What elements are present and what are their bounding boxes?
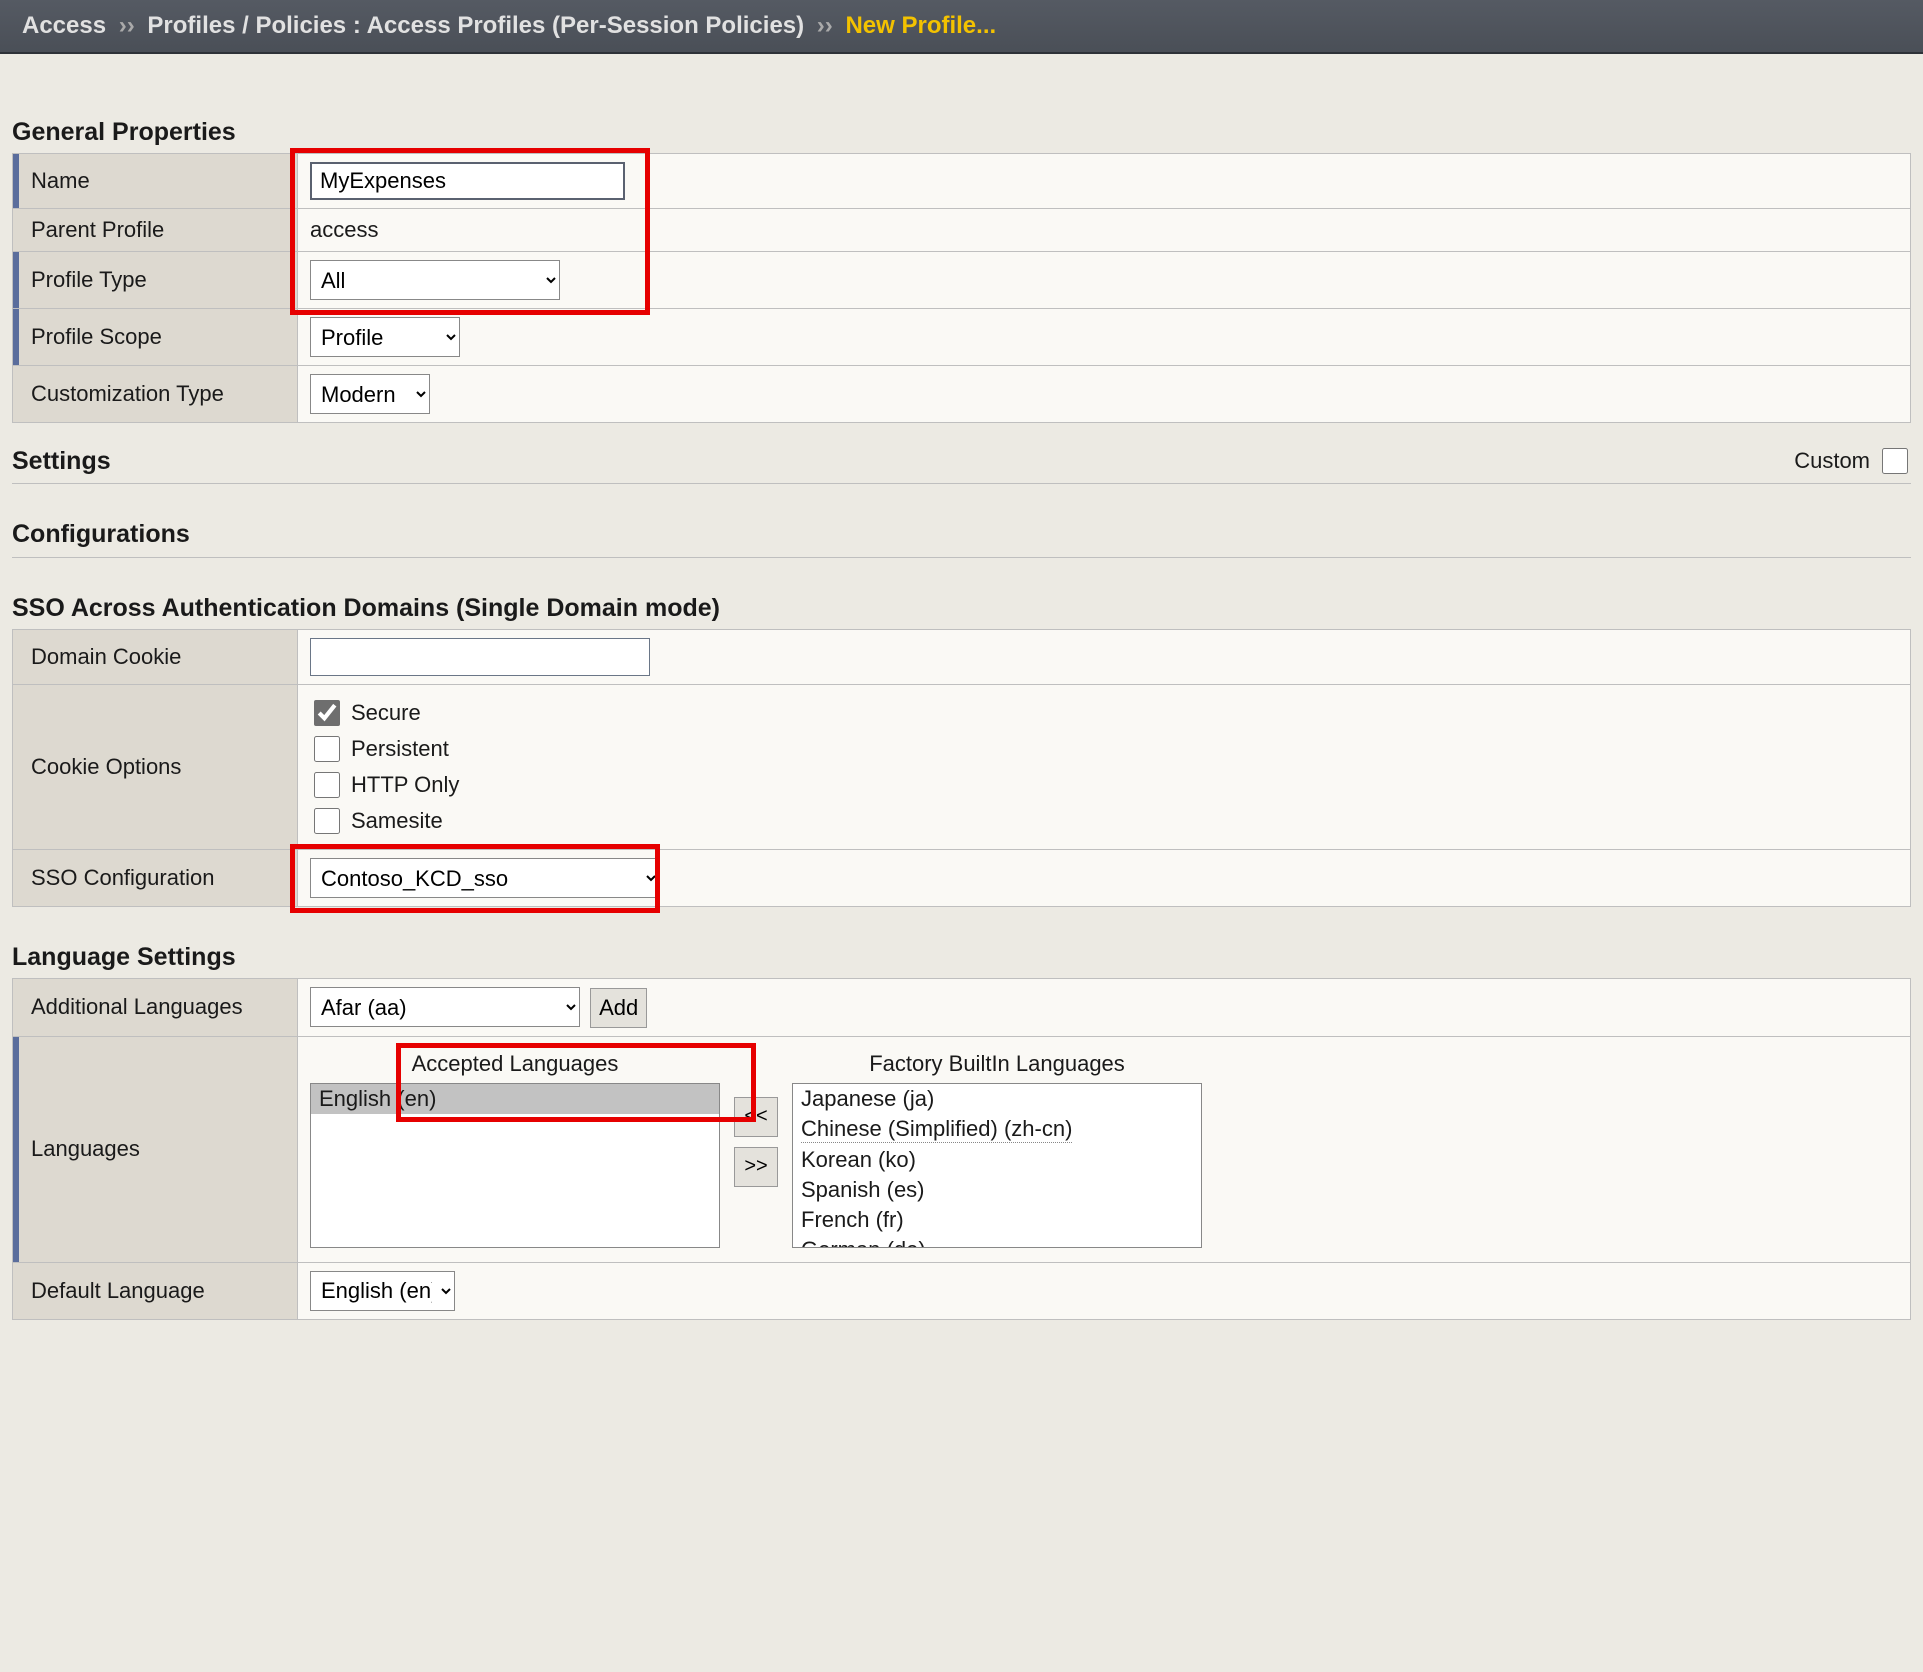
custom-checkbox-wrapper[interactable]: Custom [1794,445,1911,477]
list-item[interactable]: Chinese (Simplified) (zh-cn) [793,1114,1201,1145]
section-title-configurations: Configurations [12,520,1911,558]
list-item[interactable]: Korean (ko) [793,1145,1201,1175]
section-title-settings: Settings [12,447,111,476]
breadcrumb: Access ›› Profiles / Policies : Access P… [0,0,1923,54]
breadcrumb-sep-icon: ›› [113,12,141,39]
custom-checkbox[interactable] [1882,448,1908,474]
profile-type-select[interactable]: All [310,260,560,300]
domain-cookie-input[interactable] [310,638,650,676]
sso-domains-table: Domain Cookie Cookie Options Secure Pers… [12,629,1911,907]
list-item[interactable]: Spanish (es) [793,1175,1201,1205]
parent-profile-value: access [298,209,1911,252]
move-left-button[interactable]: << [734,1097,778,1137]
name-label: Name [13,154,298,209]
custom-label: Custom [1794,448,1870,474]
section-title-general: General Properties [12,118,1911,147]
default-language-select[interactable]: English (en) [310,1271,455,1311]
list-item[interactable]: French (fr) [793,1205,1201,1235]
add-language-button[interactable]: Add [590,988,647,1028]
breadcrumb-mid[interactable]: Profiles / Policies : Access Profiles (P… [147,12,804,39]
profile-scope-select[interactable]: Profile [310,317,460,357]
sso-config-label: SSO Configuration [13,850,298,907]
secure-label: Secure [351,700,421,726]
parent-profile-label: Parent Profile [13,209,298,252]
language-settings-table: Additional Languages Afar (aa) Add Langu… [12,978,1911,1320]
persistent-label: Persistent [351,736,449,762]
move-right-button[interactable]: >> [734,1147,778,1187]
breadcrumb-current: New Profile... [845,12,996,39]
additional-languages-label: Additional Languages [13,979,298,1037]
cookie-options-label: Cookie Options [13,685,298,850]
list-item[interactable]: German (de) [793,1235,1201,1248]
languages-label: Languages [13,1036,298,1262]
accepted-languages-listbox[interactable]: English (en) [310,1083,720,1248]
additional-languages-select[interactable]: Afar (aa) [310,987,580,1027]
factory-languages-title: Factory BuiltIn Languages [869,1051,1125,1077]
samesite-checkbox[interactable] [314,808,340,834]
customization-type-select[interactable]: Modern [310,374,430,414]
persistent-checkbox[interactable] [314,736,340,762]
factory-languages-listbox[interactable]: Japanese (ja)Chinese (Simplified) (zh-cn… [792,1083,1202,1248]
profile-scope-label: Profile Scope [13,309,298,366]
profile-type-label: Profile Type [13,252,298,309]
general-properties-table: Name Parent Profile access Profile Type … [12,153,1911,423]
domain-cookie-label: Domain Cookie [13,630,298,685]
customization-type-label: Customization Type [13,366,298,423]
section-title-language: Language Settings [12,943,1911,972]
section-title-sso-domains: SSO Across Authentication Domains (Singl… [12,594,1911,623]
httponly-label: HTTP Only [351,772,459,798]
httponly-checkbox[interactable] [314,772,340,798]
secure-checkbox[interactable] [314,700,340,726]
sso-config-select[interactable]: Contoso_KCD_sso [310,858,660,898]
accepted-languages-title: Accepted Languages [412,1051,619,1077]
name-input[interactable] [310,162,625,200]
samesite-label: Samesite [351,808,443,834]
list-item[interactable]: Japanese (ja) [793,1084,1201,1114]
default-language-label: Default Language [13,1262,298,1319]
list-item[interactable]: English (en) [311,1084,719,1114]
breadcrumb-root[interactable]: Access [22,12,106,39]
breadcrumb-sep-icon: ›› [811,12,839,39]
